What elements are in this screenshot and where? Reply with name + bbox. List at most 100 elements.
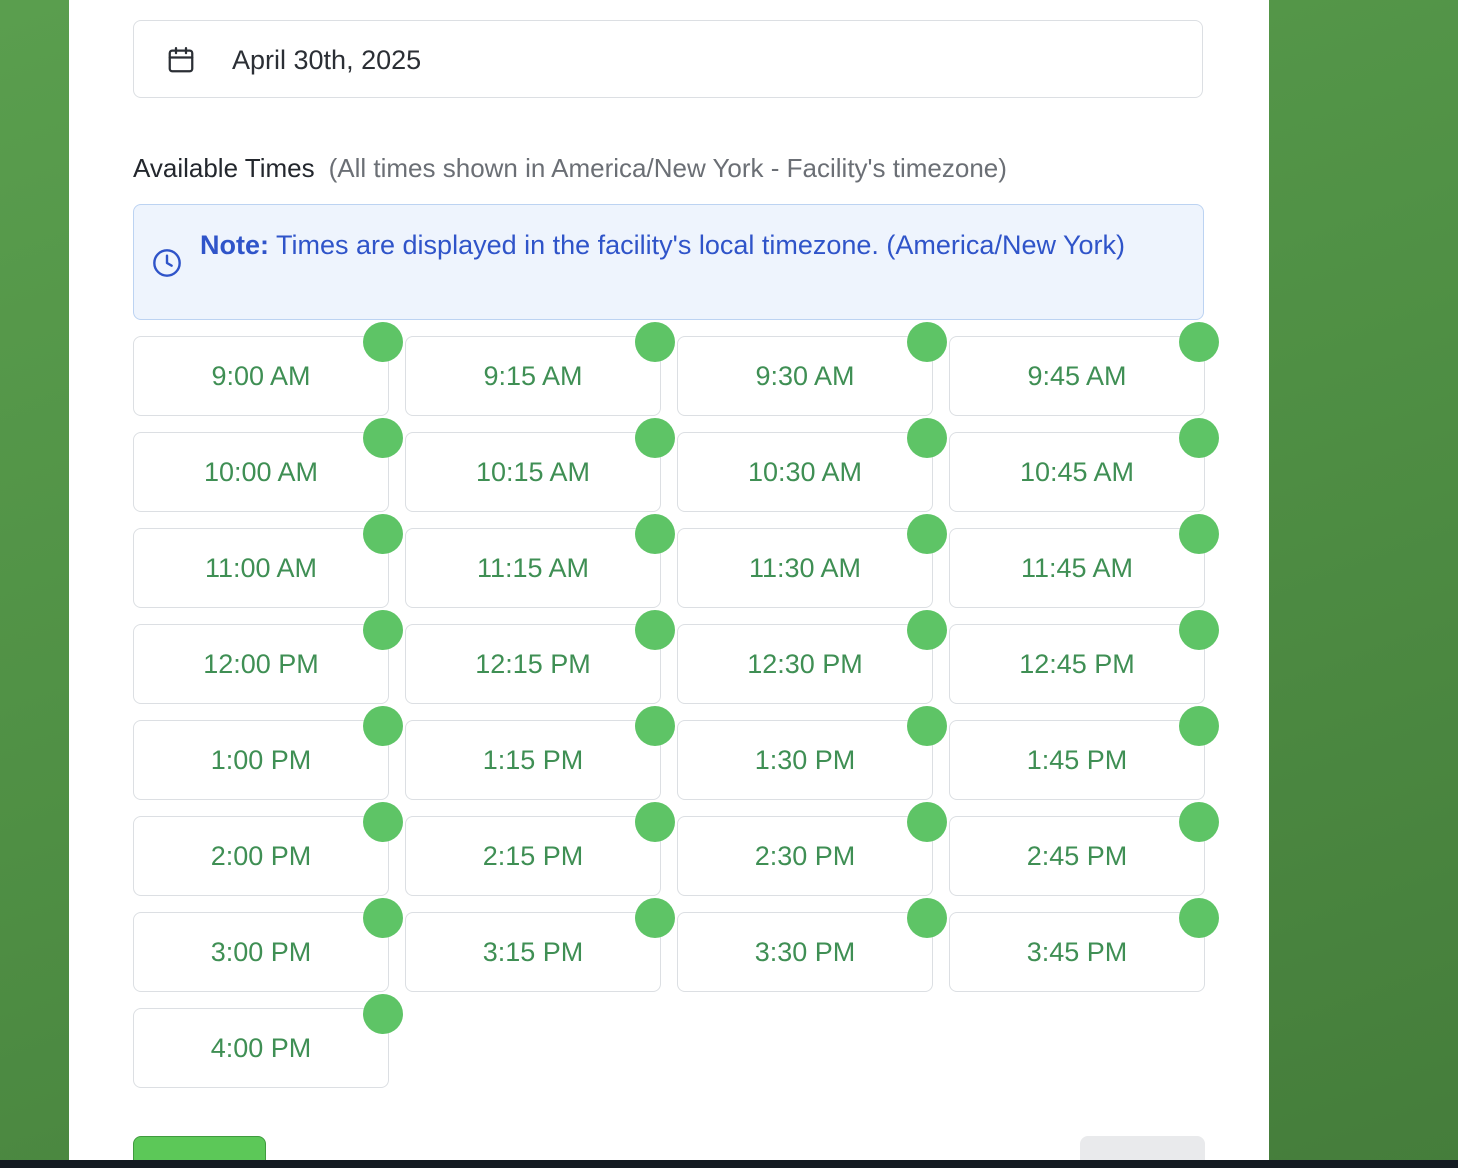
time-slot-button[interactable]: 3:30 PM (677, 898, 947, 992)
time-slot-button[interactable]: 4:00 PM (133, 994, 403, 1088)
availability-dot-icon (1179, 610, 1219, 650)
availability-dot-icon (363, 706, 403, 746)
time-slot-label: 9:00 AM (211, 360, 311, 391)
time-slot-button[interactable]: 10:45 AM (949, 418, 1219, 512)
available-times-title: Available Times (133, 153, 315, 183)
time-slot-label: 11:00 AM (204, 552, 318, 583)
booking-panel: April 30th, 2025 Available Times (All tim… (69, 0, 1269, 1160)
clock-icon (151, 247, 183, 279)
time-slot-button[interactable]: 2:00 PM (133, 802, 403, 896)
availability-dot-icon (907, 610, 947, 650)
time-slot-button[interactable]: 12:15 PM (405, 610, 675, 704)
timezone-note: Note: Times are displayed in the facilit… (133, 204, 1204, 320)
time-slot-button[interactable]: 10:30 AM (677, 418, 947, 512)
time-slot-label: 4:00 PM (210, 1032, 312, 1063)
time-slot-label: 3:30 PM (754, 936, 856, 967)
time-slot-button[interactable]: 9:15 AM (405, 322, 675, 416)
time-slot-button[interactable]: 10:00 AM (133, 418, 403, 512)
time-slot-label: 12:45 PM (1019, 648, 1135, 679)
time-slot-button[interactable]: 1:15 PM (405, 706, 675, 800)
availability-dot-icon (907, 898, 947, 938)
note-body: Times are displayed in the facility's lo… (276, 230, 1125, 260)
date-picker-field[interactable]: April 30th, 2025 (133, 20, 1203, 98)
availability-dot-icon (363, 322, 403, 362)
availability-dot-icon (363, 610, 403, 650)
time-slot-label: 1:00 PM (210, 744, 312, 775)
time-slot-label: 2:30 PM (754, 840, 856, 871)
time-slot-label: 1:30 PM (754, 744, 856, 775)
timezone-subtitle: (All times shown in America/New York - F… (328, 153, 1007, 183)
availability-dot-icon (1179, 802, 1219, 842)
time-slot-label: 3:45 PM (1026, 936, 1128, 967)
availability-dot-icon (635, 610, 675, 650)
time-slot-label: 12:00 PM (203, 648, 319, 679)
secondary-action-button[interactable] (1080, 1136, 1205, 1160)
time-slot-button[interactable]: 1:45 PM (949, 706, 1219, 800)
time-slot-button[interactable]: 3:15 PM (405, 898, 675, 992)
time-slot-label: 3:15 PM (482, 936, 584, 967)
time-slot-label: 10:00 AM (203, 456, 319, 487)
time-slot-label: 2:00 PM (210, 840, 312, 871)
time-slot-label: 11:15 AM (476, 552, 590, 583)
availability-dot-icon (1179, 898, 1219, 938)
time-slot-button[interactable]: 11:45 AM (949, 514, 1219, 608)
time-slot-button[interactable]: 9:30 AM (677, 322, 947, 416)
primary-action-button[interactable] (133, 1136, 266, 1160)
availability-dot-icon (363, 802, 403, 842)
time-slot-button[interactable]: 12:45 PM (949, 610, 1219, 704)
time-slot-label: 2:45 PM (1026, 840, 1128, 871)
availability-dot-icon (635, 706, 675, 746)
availability-dot-icon (635, 898, 675, 938)
availability-dot-icon (1179, 418, 1219, 458)
time-slot-label: 1:45 PM (1026, 744, 1128, 775)
time-slot-label: 10:15 AM (475, 456, 591, 487)
time-slot-label: 11:30 AM (748, 552, 862, 583)
time-slot-button[interactable]: 2:15 PM (405, 802, 675, 896)
time-slot-button[interactable]: 1:30 PM (677, 706, 947, 800)
availability-dot-icon (635, 802, 675, 842)
time-slot-label: 9:15 AM (483, 360, 583, 391)
time-slot-button[interactable]: 11:30 AM (677, 514, 947, 608)
availability-dot-icon (363, 898, 403, 938)
time-slot-button[interactable]: 3:00 PM (133, 898, 403, 992)
calendar-icon (166, 45, 196, 75)
availability-dot-icon (363, 994, 403, 1034)
time-slot-grid: 9:00 AM 9:15 AM 9:30 AM 9:45 AM 10:00 AM 10:1… (133, 322, 1219, 1096)
time-slot-button[interactable]: 12:30 PM (677, 610, 947, 704)
time-slot-label: 9:45 AM (1027, 360, 1127, 391)
time-slot-label: 11:45 AM (1020, 552, 1134, 583)
time-slot-button[interactable]: 2:45 PM (949, 802, 1219, 896)
time-slot-label: 9:30 AM (755, 360, 855, 391)
availability-dot-icon (907, 514, 947, 554)
time-slot-button[interactable]: 12:00 PM (133, 610, 403, 704)
availability-dot-icon (363, 514, 403, 554)
time-slot-button[interactable]: 11:00 AM (133, 514, 403, 608)
availability-dot-icon (635, 322, 675, 362)
time-slot-button[interactable]: 9:45 AM (949, 322, 1219, 416)
time-slot-button[interactable]: 2:30 PM (677, 802, 947, 896)
time-slot-label: 10:30 AM (747, 456, 863, 487)
time-slot-label: 12:30 PM (747, 648, 863, 679)
time-slot-label: 10:45 AM (1019, 456, 1135, 487)
availability-dot-icon (1179, 706, 1219, 746)
time-slot-button[interactable]: 11:15 AM (405, 514, 675, 608)
time-slot-label: 12:15 PM (475, 648, 591, 679)
time-slot-button[interactable]: 9:00 AM (133, 322, 403, 416)
available-times-heading: Available Times (All times shown in Ameri… (133, 152, 1007, 184)
availability-dot-icon (635, 514, 675, 554)
time-slot-label: 1:15 PM (482, 744, 584, 775)
availability-dot-icon (363, 418, 403, 458)
availability-dot-icon (1179, 322, 1219, 362)
time-slot-button[interactable]: 3:45 PM (949, 898, 1219, 992)
availability-dot-icon (1179, 514, 1219, 554)
availability-dot-icon (907, 322, 947, 362)
time-slot-button[interactable]: 1:00 PM (133, 706, 403, 800)
availability-dot-icon (907, 802, 947, 842)
availability-dot-icon (907, 418, 947, 458)
bottom-taskbar (0, 1160, 1458, 1168)
time-slot-button[interactable]: 10:15 AM (405, 418, 675, 512)
time-slot-label: 2:15 PM (482, 840, 584, 871)
time-slot-label: 3:00 PM (210, 936, 312, 967)
note-label: Note: (200, 230, 269, 260)
availability-dot-icon (907, 706, 947, 746)
